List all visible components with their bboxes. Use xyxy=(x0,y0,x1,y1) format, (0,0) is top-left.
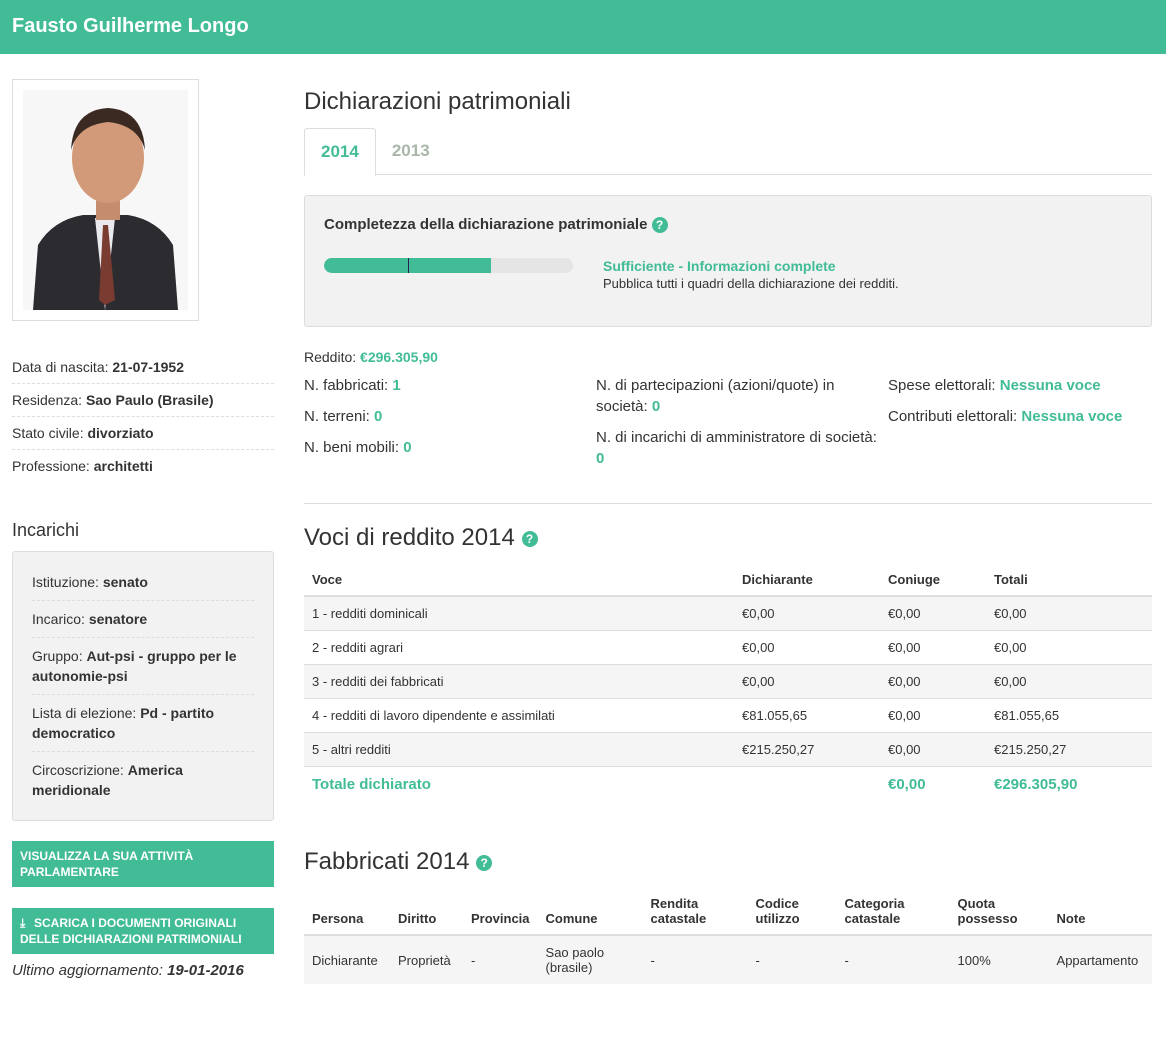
circoscrizione-row: Circoscrizione: America meridionale xyxy=(32,762,183,798)
stats-col-3: Spese elettorali: Nessuna voce Contribut… xyxy=(888,377,1123,425)
residence-row: Residenza: Sao Paulo (Brasile) xyxy=(12,384,274,417)
table-row: 3 - redditi dei fabbricati €0,00 €0,00 €0,0… xyxy=(304,664,1152,699)
birth-date-row: Data di nascita: 21-07-1952 xyxy=(12,351,274,384)
column-header: Note xyxy=(1048,888,1152,936)
help-icon[interactable]: ? xyxy=(476,854,493,871)
stats-columns: N. fabbricati: 1 N. terreni: 0 N. beni m… xyxy=(304,375,1152,479)
column-header: Codice utilizzo xyxy=(747,888,837,936)
income-summary: Reddito: €296.305,90 xyxy=(304,349,438,365)
column-header: Dichiarante xyxy=(734,564,880,597)
completeness-panel: Completezza della dichiarazione patrimon… xyxy=(304,195,1152,327)
column-header: Quota possesso xyxy=(949,888,1049,936)
help-icon[interactable]: ? xyxy=(651,217,668,234)
download-documents-button[interactable]: ⤓ Scarica i documenti originali delle dic… xyxy=(12,908,274,954)
column-header: Voce xyxy=(304,564,734,597)
gruppo-row: Gruppo: Aut-psi - gruppo per le autonomi… xyxy=(32,638,254,695)
column-header: Diritto xyxy=(390,888,463,936)
incarico-row: Incarico: senatore xyxy=(32,601,254,638)
completeness-status: Sufficiente - Informazioni complete Pubb… xyxy=(603,258,899,291)
incarichi-box: Istituzione: senato Incarico: senatore G… xyxy=(12,551,274,821)
tab-2013[interactable]: 2013 xyxy=(376,128,446,174)
page-title: Dichiarazioni patrimoniali xyxy=(304,88,571,115)
completeness-title: Completezza della dichiarazione patrimon… xyxy=(324,216,1132,234)
column-header: Rendita catastale xyxy=(642,888,748,936)
left-column: Data di nascita: 21-07-1952 Residenza: S… xyxy=(12,79,274,979)
column-header: Coniuge xyxy=(880,564,986,597)
stats-col-2: N. di partecipazioni (azioni/quote) in s… xyxy=(596,377,877,467)
divider xyxy=(304,503,1152,504)
table-row: Dichiarante Proprietà - Sao paolo (brasile)… xyxy=(304,934,1152,984)
column-header: Categoria catastale xyxy=(836,888,950,936)
lista-row: Lista di elezione: Pd - partito democrat… xyxy=(32,695,254,752)
tab-2014[interactable]: 2014 xyxy=(304,128,376,176)
stats-col-1: N. fabbricati: 1 N. terreni: 0 N. beni m… xyxy=(304,377,412,456)
table-row: 4 - redditi di lavoro dipendente e assim… xyxy=(304,698,1152,733)
profile-fields: Data di nascita: 21-07-1952 Residenza: S… xyxy=(12,351,274,482)
incarichi-title: Incarichi xyxy=(12,520,80,540)
download-icon: ⤓ xyxy=(20,916,26,930)
politician-name: Fausto Guilherme Longo xyxy=(12,15,249,37)
buildings-table: Persona Diritto Provincia Comune Rendita… xyxy=(304,888,1152,984)
table-row: 1 - redditi dominicali €0,00 €0,00 €0,00 xyxy=(304,595,1152,631)
main-content: Dichiarazioni patrimoniali 2014 2013 Com… xyxy=(304,88,1152,984)
buildings-section-title: Fabbricati 2014 ? xyxy=(304,848,1152,876)
column-header: Comune xyxy=(537,888,643,936)
view-activity-button[interactable]: Visualizza la sua attività parlamentare xyxy=(12,841,274,887)
istituzione-row: Istituzione: senato xyxy=(32,564,254,601)
income-table: Voce Dichiarante Coniuge Totali 1 - redd… xyxy=(304,564,1152,802)
profession-row: Professione: architetti xyxy=(12,458,153,474)
completeness-bar-fill xyxy=(324,258,491,273)
help-icon[interactable]: ? xyxy=(521,530,538,547)
profile-photo xyxy=(12,79,199,321)
table-row: 5 - altri redditi €215.250,27 €0,00 €215.25… xyxy=(304,732,1152,767)
civil-status-row: Stato civile: divorziato xyxy=(12,417,274,450)
column-header: Persona xyxy=(304,888,390,936)
year-tabs: 2014 2013 xyxy=(304,128,1152,176)
total-row: Totale dichiarato €0,00 €296.305,90 xyxy=(304,766,1152,802)
column-header: Totali xyxy=(986,564,1152,597)
income-section-title: Voci di reddito 2014 ? xyxy=(304,524,1152,552)
column-header: Provincia xyxy=(463,888,538,936)
page-header: Fausto Guilherme Longo xyxy=(0,0,1166,54)
last-update: Ultimo aggiornamento: 19-01-2016 xyxy=(12,962,244,979)
table-row: 2 - redditi agrari €0,00 €0,00 €0,00 xyxy=(304,630,1152,665)
completeness-bar xyxy=(324,258,573,273)
